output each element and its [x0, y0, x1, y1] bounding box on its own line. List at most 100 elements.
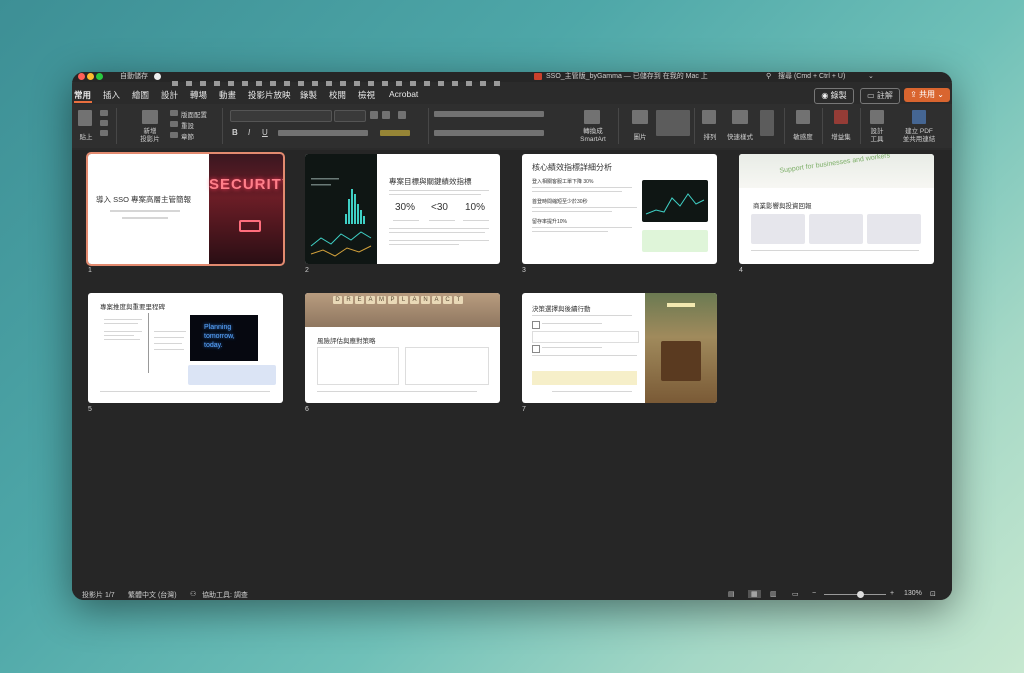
active-tab-indicator	[74, 101, 92, 103]
tab-animations[interactable]: 動畫	[219, 89, 236, 101]
zoom-in-icon[interactable]: +	[890, 590, 894, 597]
increase-font-icon[interactable]	[370, 111, 378, 119]
zoom-window-button[interactable]	[96, 73, 103, 80]
reset-label[interactable]: 重設	[181, 120, 194, 130]
zoom-slider-handle[interactable]	[857, 591, 864, 598]
slide-number-1: 1	[88, 267, 92, 274]
security-sign-text: SECURITY	[209, 176, 283, 193]
card-2	[809, 214, 863, 244]
font-size-select[interactable]	[334, 110, 366, 122]
slide-6-title: 風險評估與應對策略	[317, 338, 376, 345]
language-indicator[interactable]: 繁體中文 (台灣)	[128, 590, 177, 600]
tab-home[interactable]: 常用	[74, 89, 91, 101]
tab-review[interactable]: 校閱	[329, 89, 346, 101]
tab-view[interactable]: 檢視	[358, 89, 375, 101]
create-pdf-icon[interactable]	[912, 110, 926, 124]
record-icon: ◉	[821, 91, 831, 100]
clear-format-icon[interactable]	[398, 111, 406, 119]
fit-to-window-icon[interactable]: ⊡	[930, 590, 936, 598]
new-slide-icon[interactable]	[142, 110, 158, 124]
slide-thumbnail-4[interactable]: Support for businesses and workers 商業影響與…	[739, 154, 934, 264]
presenter-view-icon[interactable]: ▭	[792, 590, 799, 598]
decrease-font-icon[interactable]	[382, 111, 390, 119]
comment-button[interactable]: ▭ 註解	[860, 88, 900, 104]
slide-thumbnail-5[interactable]: 專案推度與重要里程碑 Planning tomorrow, today.	[88, 293, 283, 403]
sensitivity-label: 敏感度	[793, 134, 813, 141]
designer-label: 設計 工具	[870, 128, 884, 143]
risk-table-left	[317, 347, 399, 385]
shapes-gallery[interactable]	[656, 110, 690, 136]
smartart-label[interactable]: 轉換成 SmartArt	[576, 128, 610, 144]
bold-icon[interactable]: B	[232, 128, 238, 137]
notes-icon[interactable]: ▤	[728, 590, 735, 598]
scrabble-tiles-image: DREAMPLANACT	[305, 293, 500, 327]
zoom-out-icon[interactable]: −	[812, 590, 816, 597]
paragraph-list-icons[interactable]	[434, 111, 544, 117]
section-icon[interactable]	[170, 132, 178, 138]
tab-record[interactable]: 錄製	[300, 89, 317, 101]
font-color-icon[interactable]	[380, 130, 410, 136]
search-box[interactable]: 搜尋 (Cmd + Ctrl + U)	[778, 72, 845, 81]
neon-planning-image: Planning tomorrow, today.	[190, 315, 258, 361]
risk-table-right	[405, 347, 489, 385]
section-label[interactable]: 章節	[181, 131, 194, 141]
scrabble-tile: R	[344, 296, 353, 304]
share-button[interactable]: ⇪ 共用 ⌄	[904, 88, 950, 102]
arrange-icon[interactable]	[702, 110, 716, 124]
close-window-button[interactable]	[78, 73, 85, 80]
security-sign-image: SECURITY	[209, 154, 283, 264]
font-family-select[interactable]	[230, 110, 332, 122]
chevron-down-icon[interactable]: ⌄	[868, 72, 874, 81]
slide-thumbnail-3[interactable]: 核心績效指標詳細分析 登入相關客服工單下降 30% 首登時間縮短至少於30秒 留…	[522, 154, 717, 264]
slide-7-title: 決策選擇與後續行動	[532, 306, 591, 313]
normal-view-icon[interactable]: ▥	[770, 590, 777, 598]
tab-acrobat[interactable]: Acrobat	[389, 89, 418, 99]
autosave-label: 自動儲存	[120, 73, 148, 80]
cut-icon[interactable]	[100, 110, 108, 116]
copy-icon[interactable]	[100, 120, 108, 126]
reset-icon[interactable]	[170, 121, 178, 127]
shape-format-icons[interactable]	[760, 110, 774, 136]
slide-thumbnail-2[interactable]: 專案目標與關鍵績效指標 30% <30 10%	[305, 154, 500, 264]
timeline-line	[148, 313, 149, 373]
tab-transitions[interactable]: 轉場	[190, 89, 207, 101]
text-format-icons[interactable]	[278, 130, 368, 136]
zoom-slider-track[interactable]	[824, 594, 886, 595]
zoom-level[interactable]: 130%	[904, 590, 922, 597]
scrabble-tile: A	[410, 296, 419, 304]
slide-thumbnail-1[interactable]: 導入 SSO 專案高層主管簡報 SECURITY	[86, 152, 285, 266]
scrabble-tile: L	[399, 296, 408, 304]
slide-sorter-view-icon[interactable]: ▦	[748, 590, 761, 598]
comment-icon: ▭	[867, 91, 877, 100]
autosave-toggle[interactable]	[154, 73, 161, 80]
layout-label[interactable]: 版面配置	[181, 109, 207, 119]
accessibility-status[interactable]: 協助工具: 調查	[202, 590, 248, 600]
designer-icon[interactable]	[870, 110, 884, 124]
tab-design[interactable]: 設計	[161, 89, 178, 101]
tab-draw[interactable]: 繪圖	[132, 89, 149, 101]
tab-slideshow[interactable]: 投影片放映	[248, 89, 291, 101]
sensitivity-icon[interactable]	[796, 110, 810, 124]
quick-styles-label: 快速樣式	[727, 134, 753, 141]
banner-text: Support for businesses and workers	[779, 154, 891, 175]
tab-insert[interactable]: 插入	[103, 89, 120, 101]
slide-thumbnail-6[interactable]: DREAMPLANACT 風險評估與應對策略	[305, 293, 500, 403]
slide-5-title: 專案推度與重要里程碑	[100, 304, 165, 311]
minimize-window-button[interactable]	[87, 73, 94, 80]
addins-icon[interactable]	[834, 110, 848, 124]
quick-access-toolbar[interactable]	[172, 74, 512, 86]
italic-icon[interactable]: I	[248, 128, 250, 137]
record-button[interactable]: ◉ 錄製	[814, 88, 854, 104]
slide-thumbnail-7[interactable]: 決策選擇與後續行動	[522, 293, 717, 403]
paste-label: 貼上	[79, 134, 93, 141]
format-painter-icon[interactable]	[100, 130, 108, 136]
smartart-icon[interactable]	[584, 110, 600, 124]
picture-icon[interactable]	[632, 110, 648, 124]
quick-styles-icon[interactable]	[732, 110, 748, 124]
alignment-icons[interactable]	[434, 130, 544, 136]
paste-icon[interactable]	[78, 110, 92, 126]
neon-line-2: tomorrow,	[204, 333, 235, 340]
slide-2-title: 專案目標與關鍵績效指標	[389, 177, 472, 186]
underline-icon[interactable]: U	[262, 128, 268, 137]
layout-icon[interactable]	[170, 110, 178, 116]
